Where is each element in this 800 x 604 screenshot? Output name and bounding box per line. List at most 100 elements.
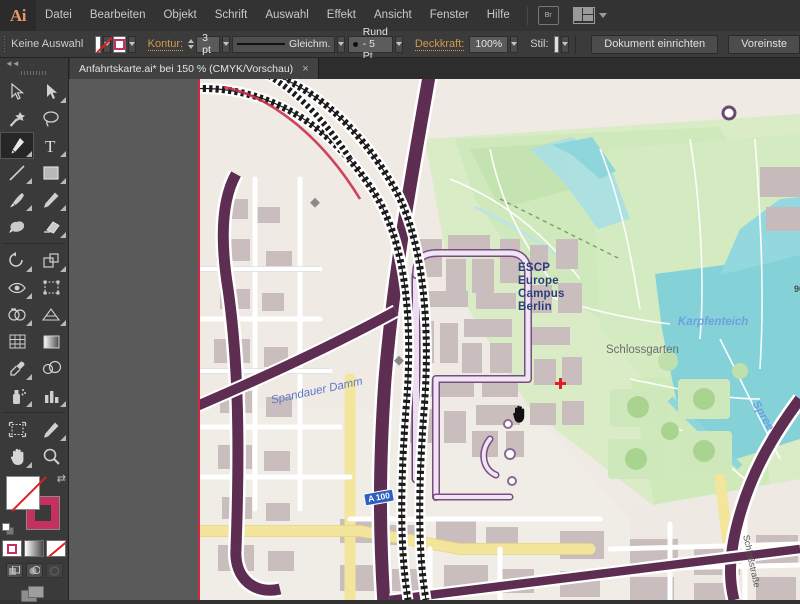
menu-item-bearbeiten[interactable]: Bearbeiten bbox=[81, 0, 155, 31]
stroke-weight-label[interactable]: Kontur: bbox=[148, 38, 183, 51]
tools-panel-collapse-button[interactable]: ◄◄ bbox=[0, 58, 68, 68]
line-segment-tool[interactable] bbox=[0, 159, 34, 186]
style-label: Stil: bbox=[530, 38, 548, 50]
tool-flyout-icon bbox=[60, 320, 66, 326]
stroke-weight-input[interactable]: 3 pt bbox=[196, 36, 220, 53]
column-graph-tool[interactable] bbox=[34, 382, 68, 409]
menu-item-datei[interactable]: Datei bbox=[36, 0, 81, 31]
document-setup-button[interactable]: Dokument einrichten bbox=[591, 35, 718, 54]
hand-cursor bbox=[511, 404, 527, 424]
menu-item-auswahl[interactable]: Auswahl bbox=[256, 0, 317, 31]
control-bar-gripper[interactable] bbox=[4, 36, 5, 53]
rectangle-tool[interactable] bbox=[34, 159, 68, 186]
menu-item-hilfe[interactable]: Hilfe bbox=[478, 0, 519, 31]
gradient-tool[interactable] bbox=[34, 328, 68, 355]
close-icon[interactable]: × bbox=[302, 63, 308, 75]
width-tool[interactable] bbox=[0, 274, 34, 301]
screen-mode-button[interactable] bbox=[0, 586, 68, 604]
eraser-tool[interactable] bbox=[34, 213, 68, 240]
illustrator-window: Ai Datei Bearbeiten Objekt Schrift Auswa… bbox=[0, 0, 800, 600]
zoom-tool[interactable] bbox=[34, 443, 68, 470]
stroke-swatch[interactable] bbox=[113, 36, 126, 53]
tools-panel: ◄◄ T bbox=[0, 58, 69, 600]
slice-tool[interactable] bbox=[34, 416, 68, 443]
perspective-grid-tool[interactable] bbox=[34, 301, 68, 328]
rotate-tool[interactable] bbox=[0, 247, 34, 274]
document-tab[interactable]: Anfahrtskarte.ai* bei 150 % (CMYK/Vorsch… bbox=[70, 58, 319, 79]
opacity-label[interactable]: Deckkraft: bbox=[415, 38, 465, 51]
color-mode-button[interactable] bbox=[2, 540, 22, 557]
stroke-profile-dropdown-icon[interactable] bbox=[337, 36, 345, 53]
hand-tool[interactable] bbox=[0, 443, 34, 470]
selection-tool[interactable] bbox=[0, 78, 34, 105]
brush-dot-icon bbox=[353, 42, 358, 47]
map-artwork bbox=[200, 79, 800, 600]
svg-text:T: T bbox=[45, 137, 56, 155]
eyedropper-tool[interactable] bbox=[0, 355, 34, 382]
pen-tool[interactable] bbox=[0, 132, 34, 159]
tools-panel-gripper[interactable] bbox=[0, 68, 68, 78]
opacity-input[interactable]: 100% bbox=[469, 36, 508, 53]
tool-flyout-icon bbox=[60, 205, 66, 211]
preferences-button[interactable]: Voreinste bbox=[728, 35, 800, 54]
tools-divider bbox=[3, 412, 65, 413]
graphic-style-swatch[interactable] bbox=[554, 36, 559, 53]
artboard-left-edge bbox=[198, 79, 200, 600]
stroke-profile-label: Gleichm. bbox=[289, 38, 330, 50]
canvas-area[interactable]: ESCP Europe Campus Berlin Karpfenteich S… bbox=[69, 79, 800, 600]
menu-item-fenster[interactable]: Fenster bbox=[421, 0, 478, 31]
mesh-tool[interactable] bbox=[0, 328, 34, 355]
stroke-weight-dropdown-icon[interactable] bbox=[222, 36, 230, 53]
stroke-dropdown-icon[interactable] bbox=[128, 36, 136, 53]
free-transform-tool[interactable] bbox=[34, 274, 68, 301]
artboard[interactable]: ESCP Europe Campus Berlin Karpfenteich S… bbox=[200, 79, 800, 600]
type-tool[interactable]: T bbox=[34, 132, 68, 159]
fill-swatch[interactable] bbox=[95, 36, 100, 53]
tool-flyout-icon bbox=[26, 266, 32, 272]
brush-definition-label: Rund - 5 Pt. bbox=[363, 26, 388, 62]
symbol-sprayer-tool[interactable] bbox=[0, 382, 34, 409]
lasso-tool[interactable] bbox=[34, 105, 68, 132]
magic-wand-tool[interactable] bbox=[0, 105, 34, 132]
arrange-documents-button[interactable] bbox=[573, 7, 607, 24]
brush-definition-dropdown-icon[interactable] bbox=[395, 36, 403, 53]
blob-brush-tool[interactable] bbox=[0, 213, 34, 240]
tool-flyout-icon bbox=[26, 205, 32, 211]
draw-inside-button[interactable] bbox=[46, 563, 63, 578]
artboard-tool[interactable] bbox=[0, 416, 34, 443]
menu-item-objekt[interactable]: Objekt bbox=[154, 0, 205, 31]
none-mode-button[interactable] bbox=[46, 540, 66, 557]
gradient-mode-button[interactable] bbox=[24, 540, 44, 557]
draw-normal-button[interactable] bbox=[6, 563, 23, 578]
tool-flyout-icon bbox=[60, 435, 66, 441]
drawing-mode-row bbox=[0, 563, 68, 578]
fill-color-proxy[interactable] bbox=[6, 476, 40, 510]
default-fill-stroke-icon[interactable] bbox=[2, 523, 15, 536]
bridge-icon[interactable]: Br bbox=[538, 6, 559, 25]
document-tab-bar: Anfahrtskarte.ai* bei 150 % (CMYK/Vorsch… bbox=[70, 58, 800, 80]
menu-item-schrift[interactable]: Schrift bbox=[206, 0, 257, 31]
graphic-style-dropdown-icon[interactable] bbox=[561, 36, 569, 53]
scale-tool[interactable] bbox=[34, 247, 68, 274]
stroke-profile-select[interactable]: Gleichm. bbox=[232, 36, 335, 53]
menu-bar: Ai Datei Bearbeiten Objekt Schrift Auswa… bbox=[0, 0, 800, 32]
tool-flyout-icon bbox=[26, 293, 32, 299]
tool-flyout-icon bbox=[26, 374, 32, 380]
shape-builder-tool[interactable] bbox=[0, 301, 34, 328]
draw-behind-button[interactable] bbox=[26, 563, 43, 578]
tool-flyout-icon bbox=[26, 178, 32, 184]
tool-flyout-icon bbox=[26, 401, 32, 407]
brush-definition-select[interactable]: Rund - 5 Pt. bbox=[348, 36, 393, 53]
paintbrush-tool[interactable] bbox=[0, 186, 34, 213]
pencil-tool[interactable] bbox=[34, 186, 68, 213]
opacity-dropdown-icon[interactable] bbox=[510, 36, 518, 53]
stroke-weight-stepper[interactable] bbox=[188, 39, 194, 49]
double-chevron-left-icon: ◄◄ bbox=[5, 59, 19, 68]
arrange-documents-icon bbox=[573, 7, 595, 24]
direct-selection-tool[interactable] bbox=[34, 78, 68, 105]
selection-status-label: Keine Auswahl bbox=[11, 38, 83, 50]
menu-item-effekt[interactable]: Effekt bbox=[318, 0, 365, 31]
color-mode-row bbox=[0, 540, 68, 557]
swap-fill-stroke-icon[interactable]: ⇄ bbox=[57, 474, 66, 485]
blend-tool[interactable] bbox=[34, 355, 68, 382]
